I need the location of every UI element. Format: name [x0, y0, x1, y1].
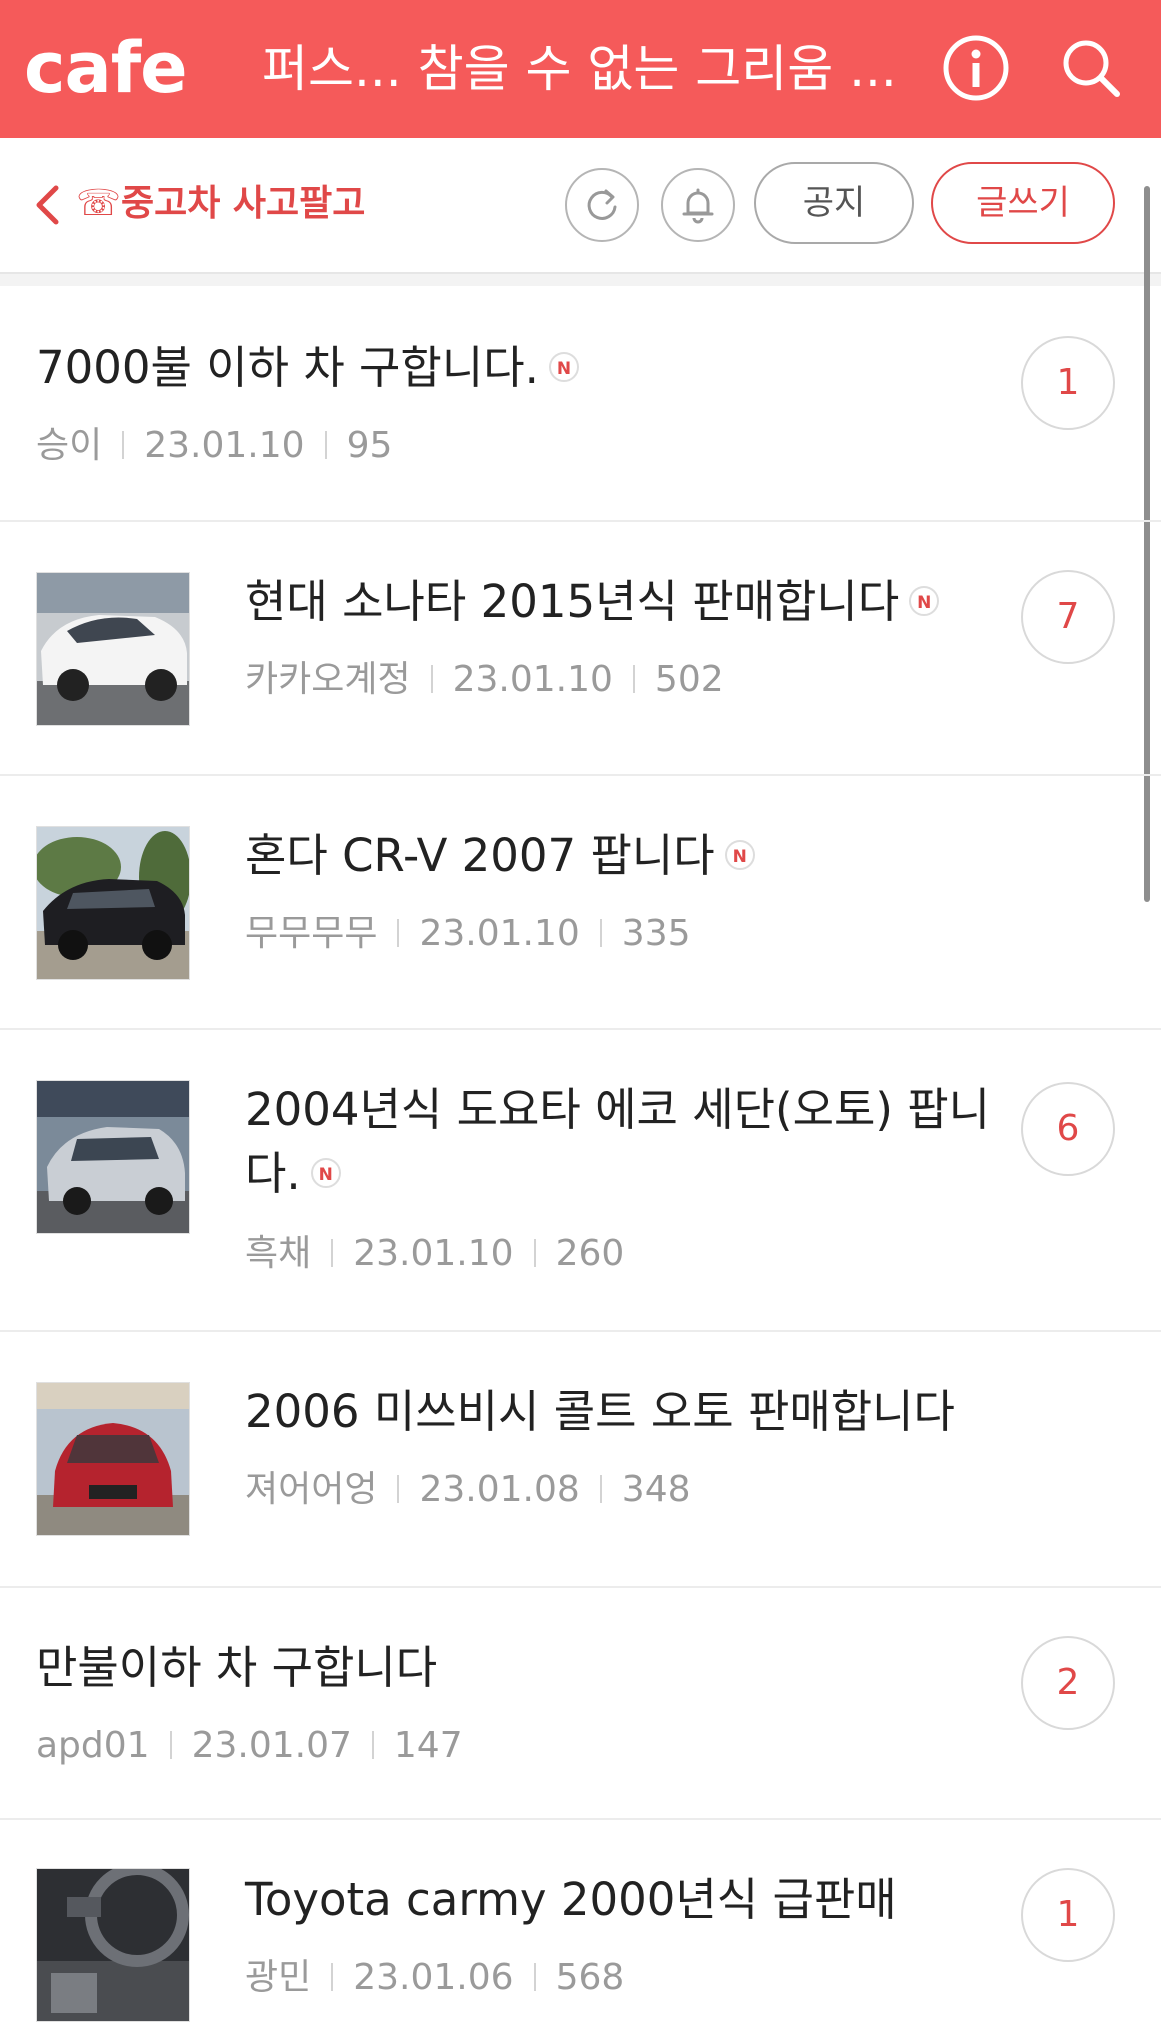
post-meta: 카카오계정 23.01.10 502	[245, 656, 724, 704]
post-meta: apd01 23.01.07 147	[36, 1722, 463, 1770]
post-views: 502	[654, 659, 724, 700]
post-views: 260	[555, 1233, 625, 1274]
post-list-item[interactable]: 2006 미쓰비시 콜트 오토 판매합니다 져어어엉 23.01.08 348	[0, 1330, 1161, 1588]
comment-count[interactable]: 1	[1021, 336, 1115, 430]
post-meta: 무무무무 23.01.10 335	[245, 910, 691, 958]
post-meta: 광민 23.01.06 568	[245, 1954, 624, 2002]
post-date: 23.01.07	[191, 1725, 352, 1766]
post-date: 23.01.10	[144, 425, 305, 466]
search-icon[interactable]	[1055, 32, 1127, 104]
post-author: 흑채	[245, 1233, 312, 1274]
post-author: 승이	[36, 425, 103, 466]
post-views: 568	[555, 1957, 625, 1998]
post-meta: 져어어엉 23.01.08 348	[245, 1466, 691, 1514]
post-author: 무무무무	[245, 913, 378, 954]
post-thumbnail	[36, 1868, 190, 2022]
post-meta: 흑채 23.01.10 260	[245, 1230, 624, 1278]
post-date: 23.01.10	[419, 913, 580, 954]
post-list-item[interactable]: 2004년식 도요타 에코 세단(오토) 팝니다. N 흑채 23.01.10 260…	[0, 1028, 1161, 1332]
post-list-item[interactable]: 혼다 CR-V 2007 팝니다 N 무무무무 23.01.10 335	[0, 774, 1161, 1030]
post-title: 7000불 이하 차 구합니다. N	[36, 336, 996, 400]
cafe-logo[interactable]: cafe	[24, 22, 188, 114]
board-title[interactable]: ☏중고차 사고팔고	[76, 178, 365, 230]
list-divider	[0, 274, 1161, 286]
post-views: 335	[621, 913, 691, 954]
post-title: 만불이하 차 구합니다	[36, 1641, 438, 1694]
post-date: 23.01.10	[452, 659, 613, 700]
post-author: 광민	[245, 1957, 312, 1998]
post-list-item[interactable]: 만불이하 차 구합니다 apd01 23.01.07 147 2	[0, 1586, 1161, 1820]
info-icon[interactable]	[940, 32, 1012, 104]
board-toolbar: ☏중고차 사고팔고 공지 글쓰기	[0, 138, 1161, 274]
cafe-header: cafe 퍼스... 참을 수 없는 그리움 ...	[0, 0, 1161, 138]
post-date: 23.01.08	[419, 1469, 580, 1510]
post-thumbnail	[36, 572, 190, 726]
post-title: 2004년식 도요타 에코 세단(오토) 팝니다. N	[245, 1083, 991, 1200]
comment-count[interactable]: 1	[1021, 1868, 1115, 1962]
post-title: Toyota carmy 2000년식 급판매	[245, 1873, 897, 1926]
post-date: 23.01.06	[353, 1957, 514, 1998]
post-author: 카카오계정	[245, 659, 411, 700]
back-arrow-icon[interactable]	[32, 184, 62, 226]
cafe-name[interactable]: 퍼스... 참을 수 없는 그리움 ...	[262, 38, 902, 100]
comment-count[interactable]: 2	[1021, 1636, 1115, 1730]
post-thumbnail	[36, 1382, 190, 1536]
post-title: 2006 미쓰비시 콜트 오토 판매합니다	[245, 1385, 955, 1438]
post-views: 348	[621, 1469, 691, 1510]
post-views: 147	[393, 1725, 463, 1766]
post-author: apd01	[36, 1725, 150, 1766]
bell-icon	[682, 188, 714, 224]
new-badge: N	[909, 586, 940, 616]
post-author: 져어어엉	[245, 1469, 378, 1510]
notice-button[interactable]: 공지	[754, 162, 914, 244]
new-badge: N	[548, 352, 579, 382]
comment-count[interactable]: 6	[1021, 1082, 1115, 1176]
comment-count[interactable]: 7	[1021, 570, 1115, 664]
new-badge: N	[310, 1158, 341, 1188]
post-list-item[interactable]: Toyota carmy 2000년식 급판매 광민 23.01.06 568 1	[0, 1818, 1161, 2026]
write-post-button[interactable]: 글쓰기	[931, 162, 1115, 244]
notification-button[interactable]	[661, 168, 735, 242]
refresh-icon	[587, 189, 617, 220]
post-meta: 승이 23.01.10 95	[36, 422, 392, 470]
post-list-item[interactable]: 현대 소나타 2015년식 판매합니다 N 카카오계정 23.01.10 502 7	[0, 520, 1161, 776]
refresh-button[interactable]	[565, 168, 639, 242]
post-thumbnail	[36, 1080, 190, 1234]
post-views: 95	[346, 425, 393, 466]
post-title: 혼다 CR-V 2007 팝니다 N	[245, 824, 1005, 888]
post-thumbnail	[36, 826, 190, 980]
post-title: 현대 소나타 2015년식 판매합니다 N	[245, 570, 1005, 634]
post-date: 23.01.10	[353, 1233, 514, 1274]
post-list-item[interactable]: 7000불 이하 차 구합니다. N 승이 23.01.10 95 1	[0, 286, 1161, 522]
new-badge: N	[724, 840, 755, 870]
